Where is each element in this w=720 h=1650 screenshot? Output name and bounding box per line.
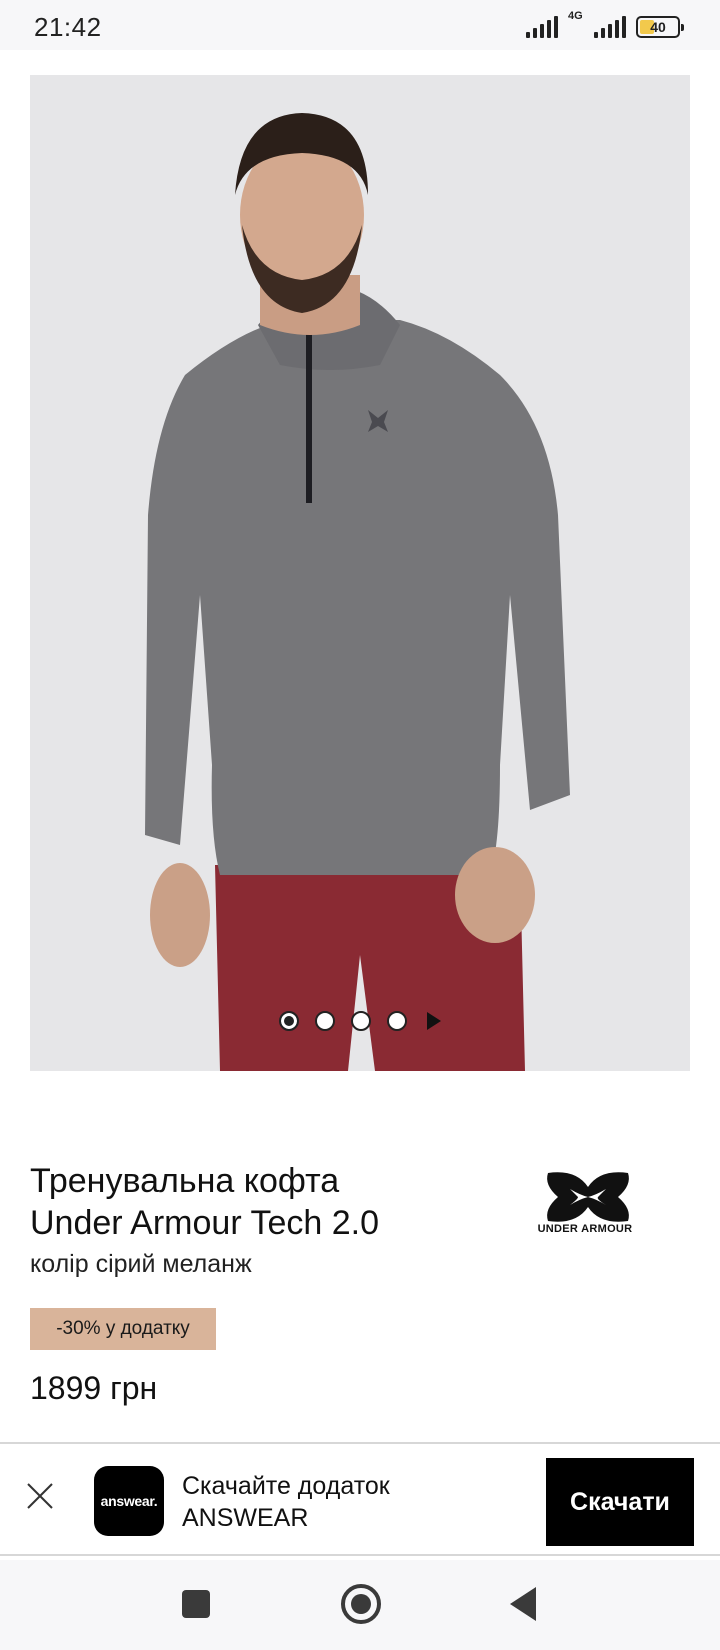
discount-badge: -30% у додатку [30,1308,216,1350]
banner-text-line2: ANSWEAR [182,1504,309,1532]
network-label: 4G [568,10,583,22]
battery-icon: 40 [636,16,684,38]
product-image-carousel[interactable] [30,75,690,1071]
play-arrow-icon[interactable] [427,1012,441,1030]
carousel-dot-1[interactable] [279,1011,299,1031]
carousel-dots [30,1011,690,1031]
product-photo [30,75,690,1071]
status-bar: 21:42 4G 40 [0,0,720,50]
mobile-data-icon: 4G [568,10,626,38]
back-icon[interactable] [510,1587,536,1621]
product-title-line2: Under Armour Tech 2.0 [30,1204,379,1242]
home-icon[interactable] [341,1584,381,1624]
download-app-button[interactable]: Скачати [546,1458,694,1546]
app-icon[interactable]: answear. [94,1466,164,1536]
status-time: 21:42 [34,12,102,42]
close-icon[interactable] [24,1480,56,1512]
system-nav-bar [0,1560,720,1650]
app-download-banner: answear. Скачайте додаток ANSWEAR Скачат… [0,1442,720,1556]
product-title-line1: Тренувальна кофта [30,1162,340,1200]
product-title: Тренувальна кофта Under Armour Tech 2.0 [30,1160,460,1244]
carousel-dot-2[interactable] [315,1011,335,1031]
carousel-dot-3[interactable] [351,1011,371,1031]
status-icons: 4G 40 [526,10,684,38]
brand-name: UNDER ARMOUR [537,1223,633,1235]
product-color: колір сірий меланж [30,1250,252,1278]
banner-text: Скачайте додаток ANSWEAR [182,1470,390,1534]
product-price: 1899 грн [30,1370,158,1406]
banner-text-line1: Скачайте додаток [182,1472,390,1500]
battery-level: 40 [650,19,666,35]
recent-apps-icon[interactable] [182,1590,210,1618]
signal-icon [526,16,558,38]
app-icon-text: answear. [100,1493,158,1509]
carousel-dot-4[interactable] [387,1011,407,1031]
